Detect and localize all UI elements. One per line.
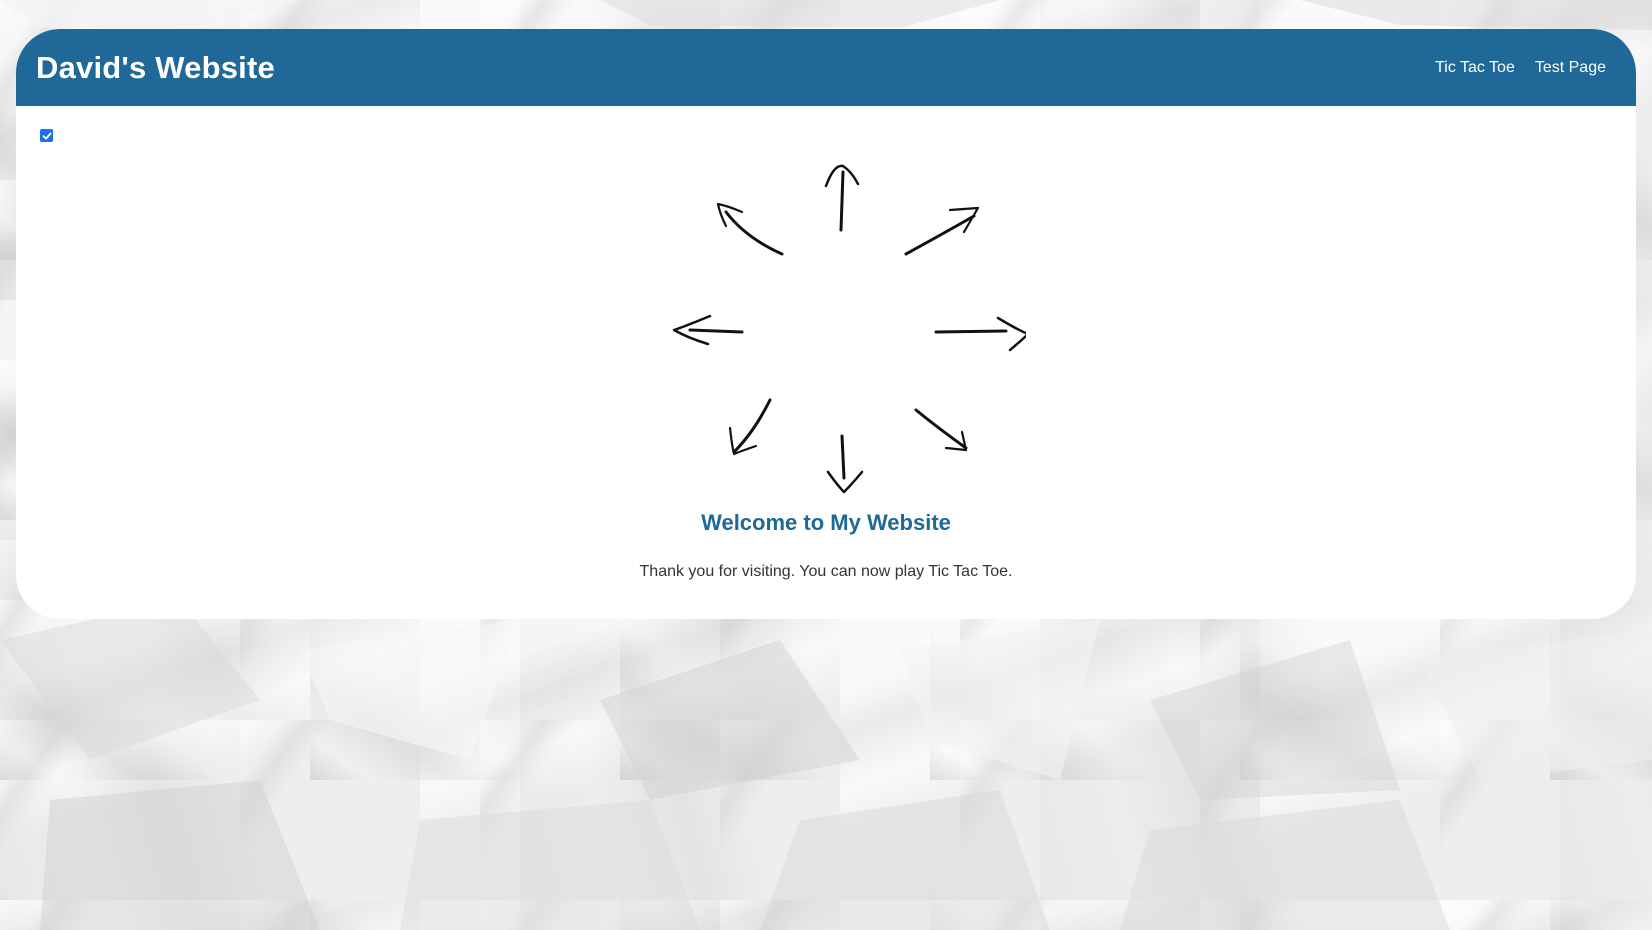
- theme-checkbox[interactable]: [40, 129, 53, 142]
- checkmark-icon: [42, 132, 51, 139]
- arrows-radiating-icon: [672, 164, 1026, 494]
- welcome-heading: Welcome to My Website: [701, 510, 951, 535]
- content-card: David's Website Tic Tac Toe Test Page We…: [16, 29, 1636, 619]
- nav-link-test-page[interactable]: Test Page: [1535, 59, 1606, 77]
- site-header: David's Website Tic Tac Toe Test Page: [16, 29, 1636, 106]
- main-nav: Tic Tac Toe Test Page: [1435, 59, 1606, 77]
- nav-link-tic-tac-toe[interactable]: Tic Tac Toe: [1435, 59, 1515, 77]
- welcome-message: Thank you for visiting. You can now play…: [639, 563, 1013, 580]
- site-title: David's Website: [36, 49, 275, 85]
